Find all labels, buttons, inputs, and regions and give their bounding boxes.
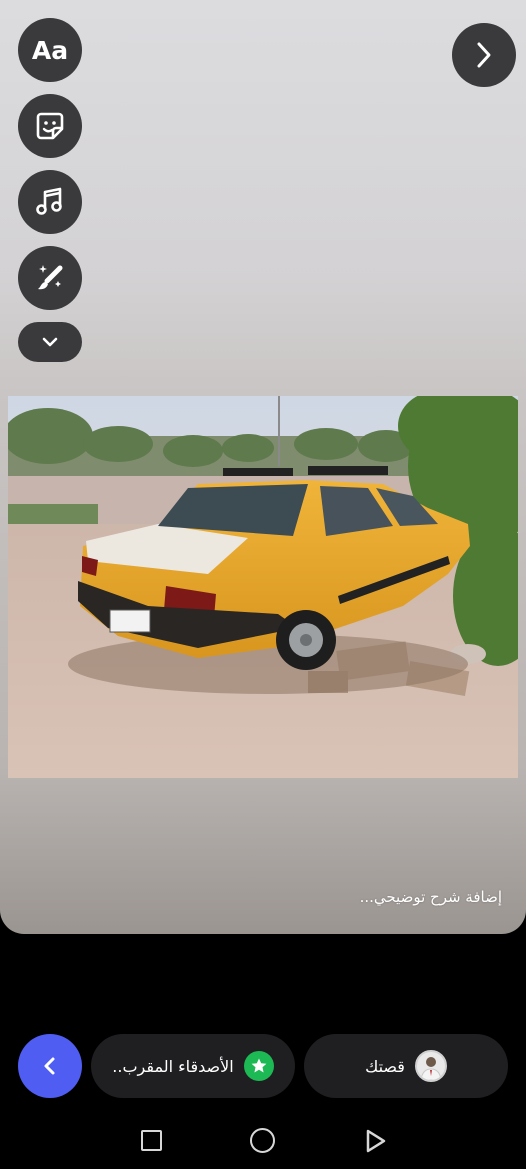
effects-icon	[38, 265, 63, 290]
your-story-button[interactable]: قصتك	[304, 1034, 508, 1098]
more-tools-button[interactable]	[18, 322, 82, 362]
text-tool-button[interactable]: Aa	[18, 18, 82, 82]
your-story-label: قصتك	[365, 1056, 405, 1076]
star-icon	[243, 1051, 274, 1081]
music-tool-button[interactable]	[18, 170, 82, 234]
back-button[interactable]	[18, 1034, 82, 1098]
next-button[interactable]	[452, 23, 516, 87]
avatar	[414, 1050, 447, 1082]
sticker-icon	[36, 112, 64, 140]
music-icon	[36, 187, 62, 215]
sticker-tool-button[interactable]	[18, 94, 82, 158]
back-icon[interactable]	[364, 1128, 388, 1154]
story-photo	[8, 396, 518, 778]
system-navigation-bar	[0, 1112, 526, 1169]
chevron-left-icon	[44, 1057, 55, 1075]
chevron-down-icon	[42, 337, 58, 347]
effects-tool-button[interactable]	[18, 246, 82, 310]
chevron-right-icon	[477, 42, 491, 68]
close-friends-label: الأصدقاء المقرب..	[112, 1056, 234, 1076]
text-icon: Aa	[31, 35, 69, 65]
home-icon[interactable]	[250, 1128, 275, 1153]
story-canvas: Aa إضافة شرح توضيحي...	[0, 0, 526, 934]
close-friends-button[interactable]: الأصدقاء المقرب..	[91, 1034, 295, 1098]
recents-icon[interactable]	[141, 1130, 162, 1151]
caption-input[interactable]: إضافة شرح توضيحي...	[360, 888, 502, 906]
